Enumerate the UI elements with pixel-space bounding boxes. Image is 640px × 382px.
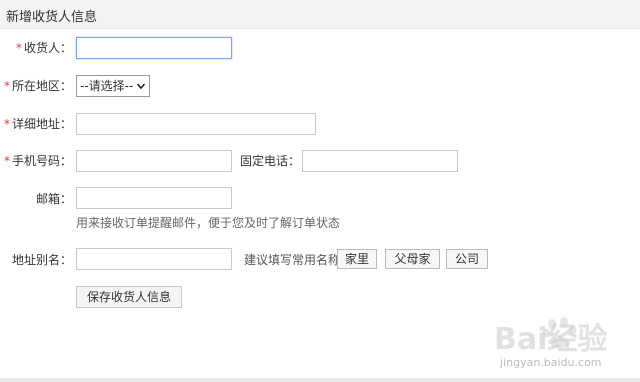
- mobile-label: * 手机号码：: [4, 154, 73, 168]
- panel-title: 新增收货人信息: [6, 10, 98, 25]
- region-select[interactable]: --请选择--: [76, 75, 150, 97]
- address-label: * 详细地址：: [4, 117, 73, 131]
- panel-header: 新增收货人信息: [0, 0, 640, 29]
- receiver-input[interactable]: [76, 37, 232, 59]
- mobile-input[interactable]: [76, 150, 232, 172]
- required-mark: *: [4, 117, 10, 131]
- address-input[interactable]: [76, 113, 316, 135]
- watermark-brand: Bai经验: [494, 322, 608, 357]
- email-hint: 用来接收订单提醒邮件，便于您及时了解订单状态: [76, 216, 341, 230]
- phone-input[interactable]: [302, 150, 458, 172]
- alias-input[interactable]: [76, 248, 232, 270]
- alias-label: 地址别名：: [11, 253, 72, 267]
- save-receiver-button[interactable]: 保存收货人信息: [76, 286, 182, 308]
- required-mark: *: [4, 79, 10, 93]
- region-selected-value: --请选择--: [80, 79, 134, 93]
- chevron-down-icon: [137, 83, 145, 90]
- region-label: * 所在地区：: [4, 79, 73, 93]
- email-input[interactable]: [76, 187, 232, 209]
- alias-suggestion-company-button[interactable]: 公司: [446, 249, 488, 269]
- email-label: 邮箱：: [35, 192, 72, 206]
- required-mark: *: [4, 154, 10, 168]
- bottom-divider: [0, 378, 640, 382]
- alias-suggestion-parents-button[interactable]: 父母家: [385, 249, 440, 269]
- alias-suggestion-home-button[interactable]: 家里: [337, 249, 377, 269]
- alias-suggest-text: 建议填写常用名称: [244, 253, 341, 267]
- required-mark: *: [15, 41, 22, 55]
- phone-label: 固定电话：: [240, 154, 301, 168]
- watermark: Bai经验 jingyan.baidu.com: [490, 312, 640, 378]
- receiver-label: * 收货人：: [15, 41, 72, 55]
- watermark-url: jingyan.baidu.com: [500, 356, 602, 369]
